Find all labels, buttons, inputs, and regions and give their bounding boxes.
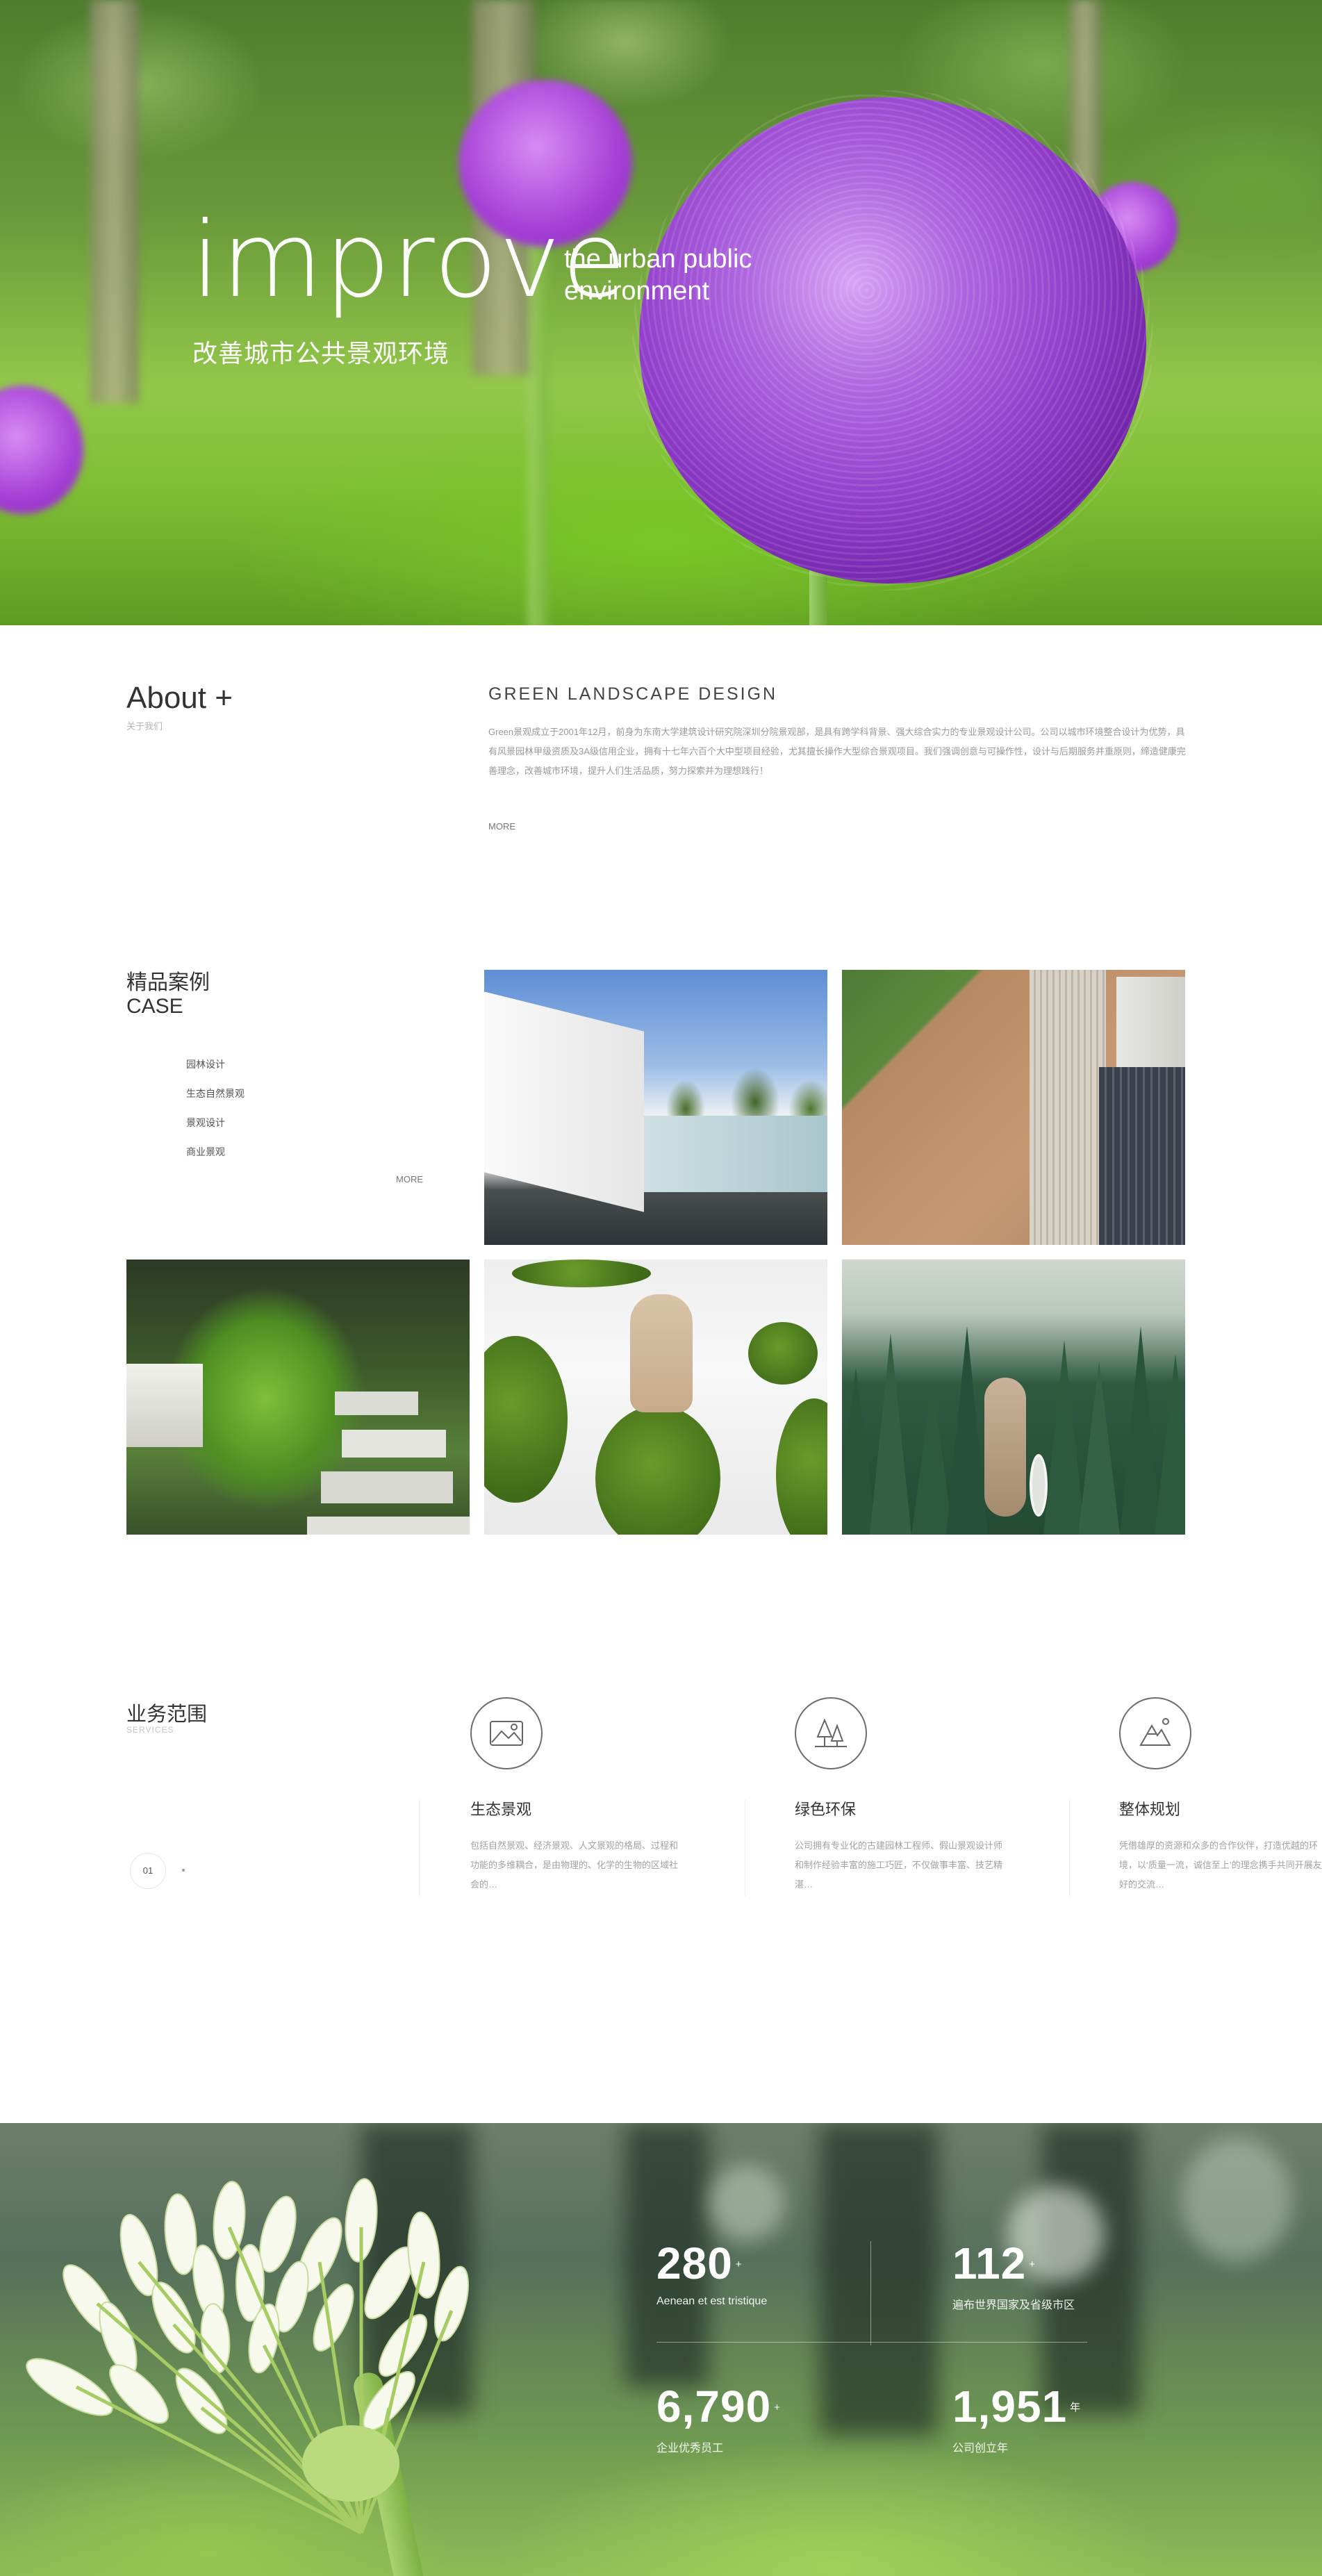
case-title-en: CASE [126,995,183,1018]
case-image-forest-pods[interactable] [842,1260,1185,1535]
case-image-wooden-deck[interactable] [842,970,1185,1245]
pine-tree [1078,1361,1120,1535]
stat-item: 280 + Aenean et est tristique [656,2241,767,2308]
service-item[interactable]: 整体规划 凭借雄厚的资源和众多的合作伙伴，打造优越的环境，以‘质量一流，诚信至上… [1119,1697,1322,1894]
stat-item: 6,790 + 企业优秀员工 [656,2384,781,2455]
case-image-fern-garden[interactable] [126,1260,470,1535]
service-name: 绿色环保 [795,1801,857,1818]
stat-item: 112 + 遍布世界国家及省级市区 [952,2241,1075,2312]
stat-label: 公司创立年 [952,2443,1009,2454]
case-more-link[interactable]: MORE [396,1174,423,1184]
stat-item: 1,951 年 公司创立年 [952,2384,1081,2455]
about-heading: GREEN LANDSCAPE DESIGN [488,684,778,704]
services-title: 业务范围 [126,1703,208,1726]
case-image-pavilion[interactable] [484,970,827,1245]
pine-tree [870,1333,911,1535]
planning-icon [1119,1697,1191,1769]
allium-flower [632,90,1153,591]
services-pager-dot[interactable] [182,1869,185,1872]
service-item[interactable]: 绿色环保 公司拥有专业化的古建园林工程师、假山景观设计师和制作经验丰富的施工巧匠… [795,1697,1003,1894]
service-desc: 包括自然景观、经济景观、人文景观的格局、过程和功能的多维耦合，是由物理的、化学的… [470,1840,679,1890]
stats-divider [656,2342,1087,2343]
background-trunk [820,2123,938,2436]
pine-tree [1155,1354,1185,1535]
pavilion-wall [484,991,644,1212]
stat-label: 遍布世界国家及省级市区 [952,2300,1075,2311]
hero-headline: improve [191,200,628,321]
stats-banner: 280 + Aenean et est tristique 112 + 遍布世界国家… [0,2123,1322,2576]
trees-icon [795,1697,867,1769]
bokeh-light [1181,2137,1292,2262]
service-desc: 凭借雄厚的资源和众多的合作伙伴，打造优越的环境，以‘质量一流，诚信至上’的理念携… [1119,1840,1322,1890]
services-divider [419,1799,420,1897]
stat-number: 280 + [656,2238,743,2288]
stats-divider [870,2241,871,2345]
stat-suffix: 年 [1070,2402,1082,2413]
case-category-item[interactable]: 生态自然景观 [186,1085,245,1114]
pine-tree [946,1326,988,1535]
stat-label: 企业优秀员工 [656,2443,724,2454]
hero-tagline-line2: environment [564,276,710,306]
pavilion-glass [644,1116,827,1192]
allium-flower-blurred [0,386,83,514]
deck-planks [1030,970,1106,1245]
case-category-item[interactable]: 园林设计 [186,1056,245,1085]
hero-tagline-line1: the urban public [564,245,752,274]
about-title: About + [126,681,233,715]
moss-patch [595,1405,720,1535]
case-category-list: 园林设计 生态自然景观 景观设计 商业景观 [186,1056,245,1173]
services-subtitle: SERVICES [126,1725,174,1735]
case-title: 精品案例 CASE [126,971,210,1018]
deck-bench [1116,977,1185,1081]
stat-label: Aenean et est tristique [656,2295,768,2307]
moss-patch [512,1260,651,1287]
landscape-icon [470,1697,543,1769]
service-desc: 公司拥有专业化的古建园林工程师、假山景观设计师和制作经验丰富的施工巧匠，不仅做事… [795,1840,1003,1890]
stat-number: 1,951 年 [952,2381,1082,2431]
case-image-moss-installation[interactable] [484,1260,827,1535]
hero-tagline: the urban public environment [564,243,752,307]
moss-patch [484,1336,568,1503]
stat-number: 6,790 + [656,2381,781,2431]
seated-person [630,1294,693,1412]
tree-trunk [90,0,139,403]
service-name: 整体规划 [1119,1801,1181,1818]
bokeh-light [709,2165,785,2241]
moss-patch [776,1398,827,1535]
about-subtitle: 关于我们 [126,721,163,732]
service-item[interactable]: 生态景观 包括自然景观、经济景观、人文景观的格局、过程和功能的多维耦合，是由物理… [470,1697,679,1894]
hero-chinese-title: 改善城市公共景观环境 [192,339,450,368]
case-category-item[interactable]: 商业景观 [186,1143,245,1173]
treehouse-pod [984,1378,1026,1517]
moss-patch [748,1322,818,1385]
services-pager[interactable]: 01 [130,1853,166,1889]
stat-number: 112 + [952,2238,1036,2288]
stat-suffix: + [735,2259,743,2270]
agapanthus-flower [26,2178,469,2535]
deck-metal-wall [1099,1067,1185,1245]
fern-planter [126,1364,203,1447]
about-more-link[interactable]: MORE [488,821,515,832]
service-name: 生态景观 [470,1801,532,1818]
case-title-cn: 精品案例 [126,971,210,994]
stat-suffix: + [1029,2259,1036,2270]
case-category-item[interactable]: 景观设计 [186,1114,245,1143]
stat-suffix: + [774,2402,781,2413]
hero-banner: improve the urban public environment 改善城… [0,0,1322,625]
about-body: Green景观成立于2001年12月，前身为东南大学建筑设计研究院深圳分院景观部… [488,727,1186,776]
pavilion-trees [658,1067,827,1123]
services-divider [1069,1799,1070,1897]
treehouse-pod-small [1030,1454,1048,1517]
fern-stepping-stones [307,1392,470,1535]
